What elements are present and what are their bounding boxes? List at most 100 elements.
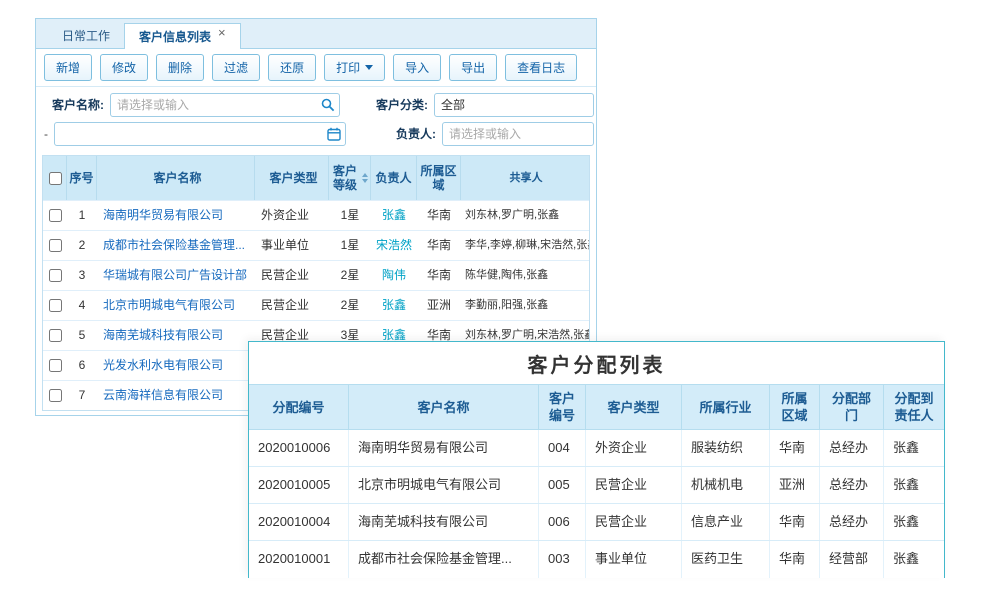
customer-name-link[interactable]: 云南海祥信息有限公司	[97, 381, 255, 410]
print-button-label: 打印	[336, 59, 360, 76]
owner-link[interactable]: 宋浩然	[371, 231, 417, 260]
header-customer-type: 客户类型	[586, 385, 682, 429]
customer-name-link[interactable]: 光发水利水电有限公司	[97, 351, 255, 380]
tab-close-icon[interactable]: ×	[218, 26, 226, 39]
assignee-link[interactable]: 张鑫	[884, 467, 944, 503]
tab-bar: 日常工作 客户信息列表 ×	[36, 19, 596, 49]
select-all-cell	[43, 156, 67, 200]
filter-area: 客户名称: 客户分类: 全部 - 负责人:	[36, 87, 596, 153]
customer-name-link[interactable]: 成都市社会保险基金管理...	[349, 541, 539, 578]
date-filter	[54, 122, 346, 146]
filter-row-2: - 负责人:	[36, 119, 596, 148]
header-shared: 共享人	[461, 156, 589, 200]
alloc-no-link[interactable]: 2020010006	[249, 430, 349, 466]
toolbar: 新增 修改 删除 过滤 还原 打印 导入 导出 查看日志	[36, 49, 596, 87]
select-all-checkbox[interactable]	[49, 172, 62, 185]
caret-down-icon	[365, 65, 373, 70]
row-seq: 5	[67, 321, 97, 350]
row-checkbox[interactable]	[49, 299, 62, 312]
allocation-row[interactable]: 2020010001 成都市社会保险基金管理... 003 事业单位 医药卫生 …	[249, 541, 944, 578]
customer-name-link[interactable]: 海南明华贸易有限公司	[97, 201, 255, 230]
search-icon[interactable]	[317, 94, 339, 116]
restore-button[interactable]: 还原	[268, 54, 316, 81]
owner-link[interactable]: 张鑫	[371, 291, 417, 320]
export-button[interactable]: 导出	[449, 54, 497, 81]
customer-name-link[interactable]: 海南芜城科技有限公司	[349, 504, 539, 540]
customer-no: 004	[539, 430, 586, 466]
industry: 服装纺织	[682, 430, 770, 466]
customer-name-link[interactable]: 成都市社会保险基金管理...	[97, 231, 255, 260]
filter-row-1: 客户名称: 客户分类: 全部	[36, 90, 596, 119]
allocation-title: 客户分配列表	[249, 342, 944, 384]
assignee-link[interactable]: 张鑫	[884, 541, 944, 578]
customer-name-link[interactable]: 海南明华贸易有限公司	[349, 430, 539, 466]
header-customer-level[interactable]: 客户等级	[329, 156, 371, 200]
header-customer-type: 客户类型	[255, 156, 329, 200]
customer-level: 2星	[329, 291, 371, 320]
row-checkbox[interactable]	[49, 239, 62, 252]
dept: 总经办	[820, 467, 884, 503]
customer-name-link[interactable]: 华瑞城有限公司广告设计部	[97, 261, 255, 290]
row-seq: 3	[67, 261, 97, 290]
customer-type: 民营企业	[586, 467, 682, 503]
date-input[interactable]	[55, 127, 323, 141]
customer-name-input[interactable]	[111, 98, 317, 112]
region: 华南	[770, 541, 820, 578]
row-checkbox[interactable]	[49, 269, 62, 282]
add-button[interactable]: 新增	[44, 54, 92, 81]
allocation-table-header: 分配编号 客户名称 客户编号 客户类型 所属行业 所属区域 分配部门 分配到责任…	[249, 384, 944, 430]
customer-name-link[interactable]: 北京市明城电气有限公司	[349, 467, 539, 503]
region: 亚洲	[770, 467, 820, 503]
row-checkbox[interactable]	[49, 329, 62, 342]
region: 华南	[417, 231, 461, 260]
date-range-separator: -	[44, 127, 48, 141]
assignee-link[interactable]: 张鑫	[884, 430, 944, 466]
allocation-row[interactable]: 2020010006 海南明华贸易有限公司 004 外资企业 服装纺织 华南 总…	[249, 430, 944, 467]
customer-type: 事业单位	[255, 231, 329, 260]
customer-type: 民营企业	[586, 504, 682, 540]
owner-link[interactable]: 张鑫	[371, 201, 417, 230]
shared-people: 李勤丽,阳强,张鑫	[461, 291, 589, 320]
tab-daily-work[interactable]: 日常工作	[48, 23, 124, 48]
shared-people: 李华,李婷,柳琳,宋浩然,张鑫	[461, 231, 589, 260]
dept: 经营部	[820, 541, 884, 578]
view-log-button[interactable]: 查看日志	[505, 54, 577, 81]
tab-customer-info-list[interactable]: 客户信息列表 ×	[124, 23, 241, 49]
delete-button[interactable]: 删除	[156, 54, 204, 81]
assignee-link[interactable]: 张鑫	[884, 504, 944, 540]
filter-button[interactable]: 过滤	[212, 54, 260, 81]
customer-no: 003	[539, 541, 586, 578]
header-seq: 序号	[67, 156, 97, 200]
import-button[interactable]: 导入	[393, 54, 441, 81]
header-customer-name: 客户名称	[97, 156, 255, 200]
owner-input[interactable]	[443, 127, 593, 141]
customer-name-link[interactable]: 海南芜城科技有限公司	[97, 321, 255, 350]
sort-icon[interactable]	[362, 173, 368, 183]
owner-link[interactable]: 陶伟	[371, 261, 417, 290]
customer-table-header: 序号 客户名称 客户类型 客户等级 负责人 所属区域 共享人	[43, 156, 589, 200]
table-row[interactable]: 3 华瑞城有限公司广告设计部 民营企业 2星 陶伟 华南 陈华健,陶伟,张鑫	[43, 260, 589, 290]
allocation-row[interactable]: 2020010005 北京市明城电气有限公司 005 民营企业 机械机电 亚洲 …	[249, 467, 944, 504]
header-industry: 所属行业	[682, 385, 770, 429]
alloc-no-link[interactable]: 2020010001	[249, 541, 349, 578]
customer-level: 1星	[329, 201, 371, 230]
customer-category-select[interactable]: 全部	[434, 93, 594, 117]
row-seq: 7	[67, 381, 97, 410]
table-row[interactable]: 2 成都市社会保险基金管理... 事业单位 1星 宋浩然 华南 李华,李婷,柳琳…	[43, 230, 589, 260]
industry: 机械机电	[682, 467, 770, 503]
row-checkbox[interactable]	[49, 209, 62, 222]
row-checkbox[interactable]	[49, 389, 62, 402]
allocation-row[interactable]: 2020010004 海南芜城科技有限公司 006 民营企业 信息产业 华南 总…	[249, 504, 944, 541]
calendar-icon[interactable]	[323, 123, 345, 145]
alloc-no-link[interactable]: 2020010004	[249, 504, 349, 540]
print-button[interactable]: 打印	[324, 54, 385, 81]
table-row[interactable]: 4 北京市明城电气有限公司 民营企业 2星 张鑫 亚洲 李勤丽,阳强,张鑫	[43, 290, 589, 320]
alloc-no-link[interactable]: 2020010005	[249, 467, 349, 503]
customer-category-value: 全部	[435, 96, 593, 113]
table-row[interactable]: 1 海南明华贸易有限公司 外资企业 1星 张鑫 华南 刘东林,罗广明,张鑫	[43, 200, 589, 230]
customer-name-link[interactable]: 北京市明城电气有限公司	[97, 291, 255, 320]
region: 华南	[417, 201, 461, 230]
edit-button[interactable]: 修改	[100, 54, 148, 81]
row-checkbox[interactable]	[49, 359, 62, 372]
region: 华南	[770, 504, 820, 540]
